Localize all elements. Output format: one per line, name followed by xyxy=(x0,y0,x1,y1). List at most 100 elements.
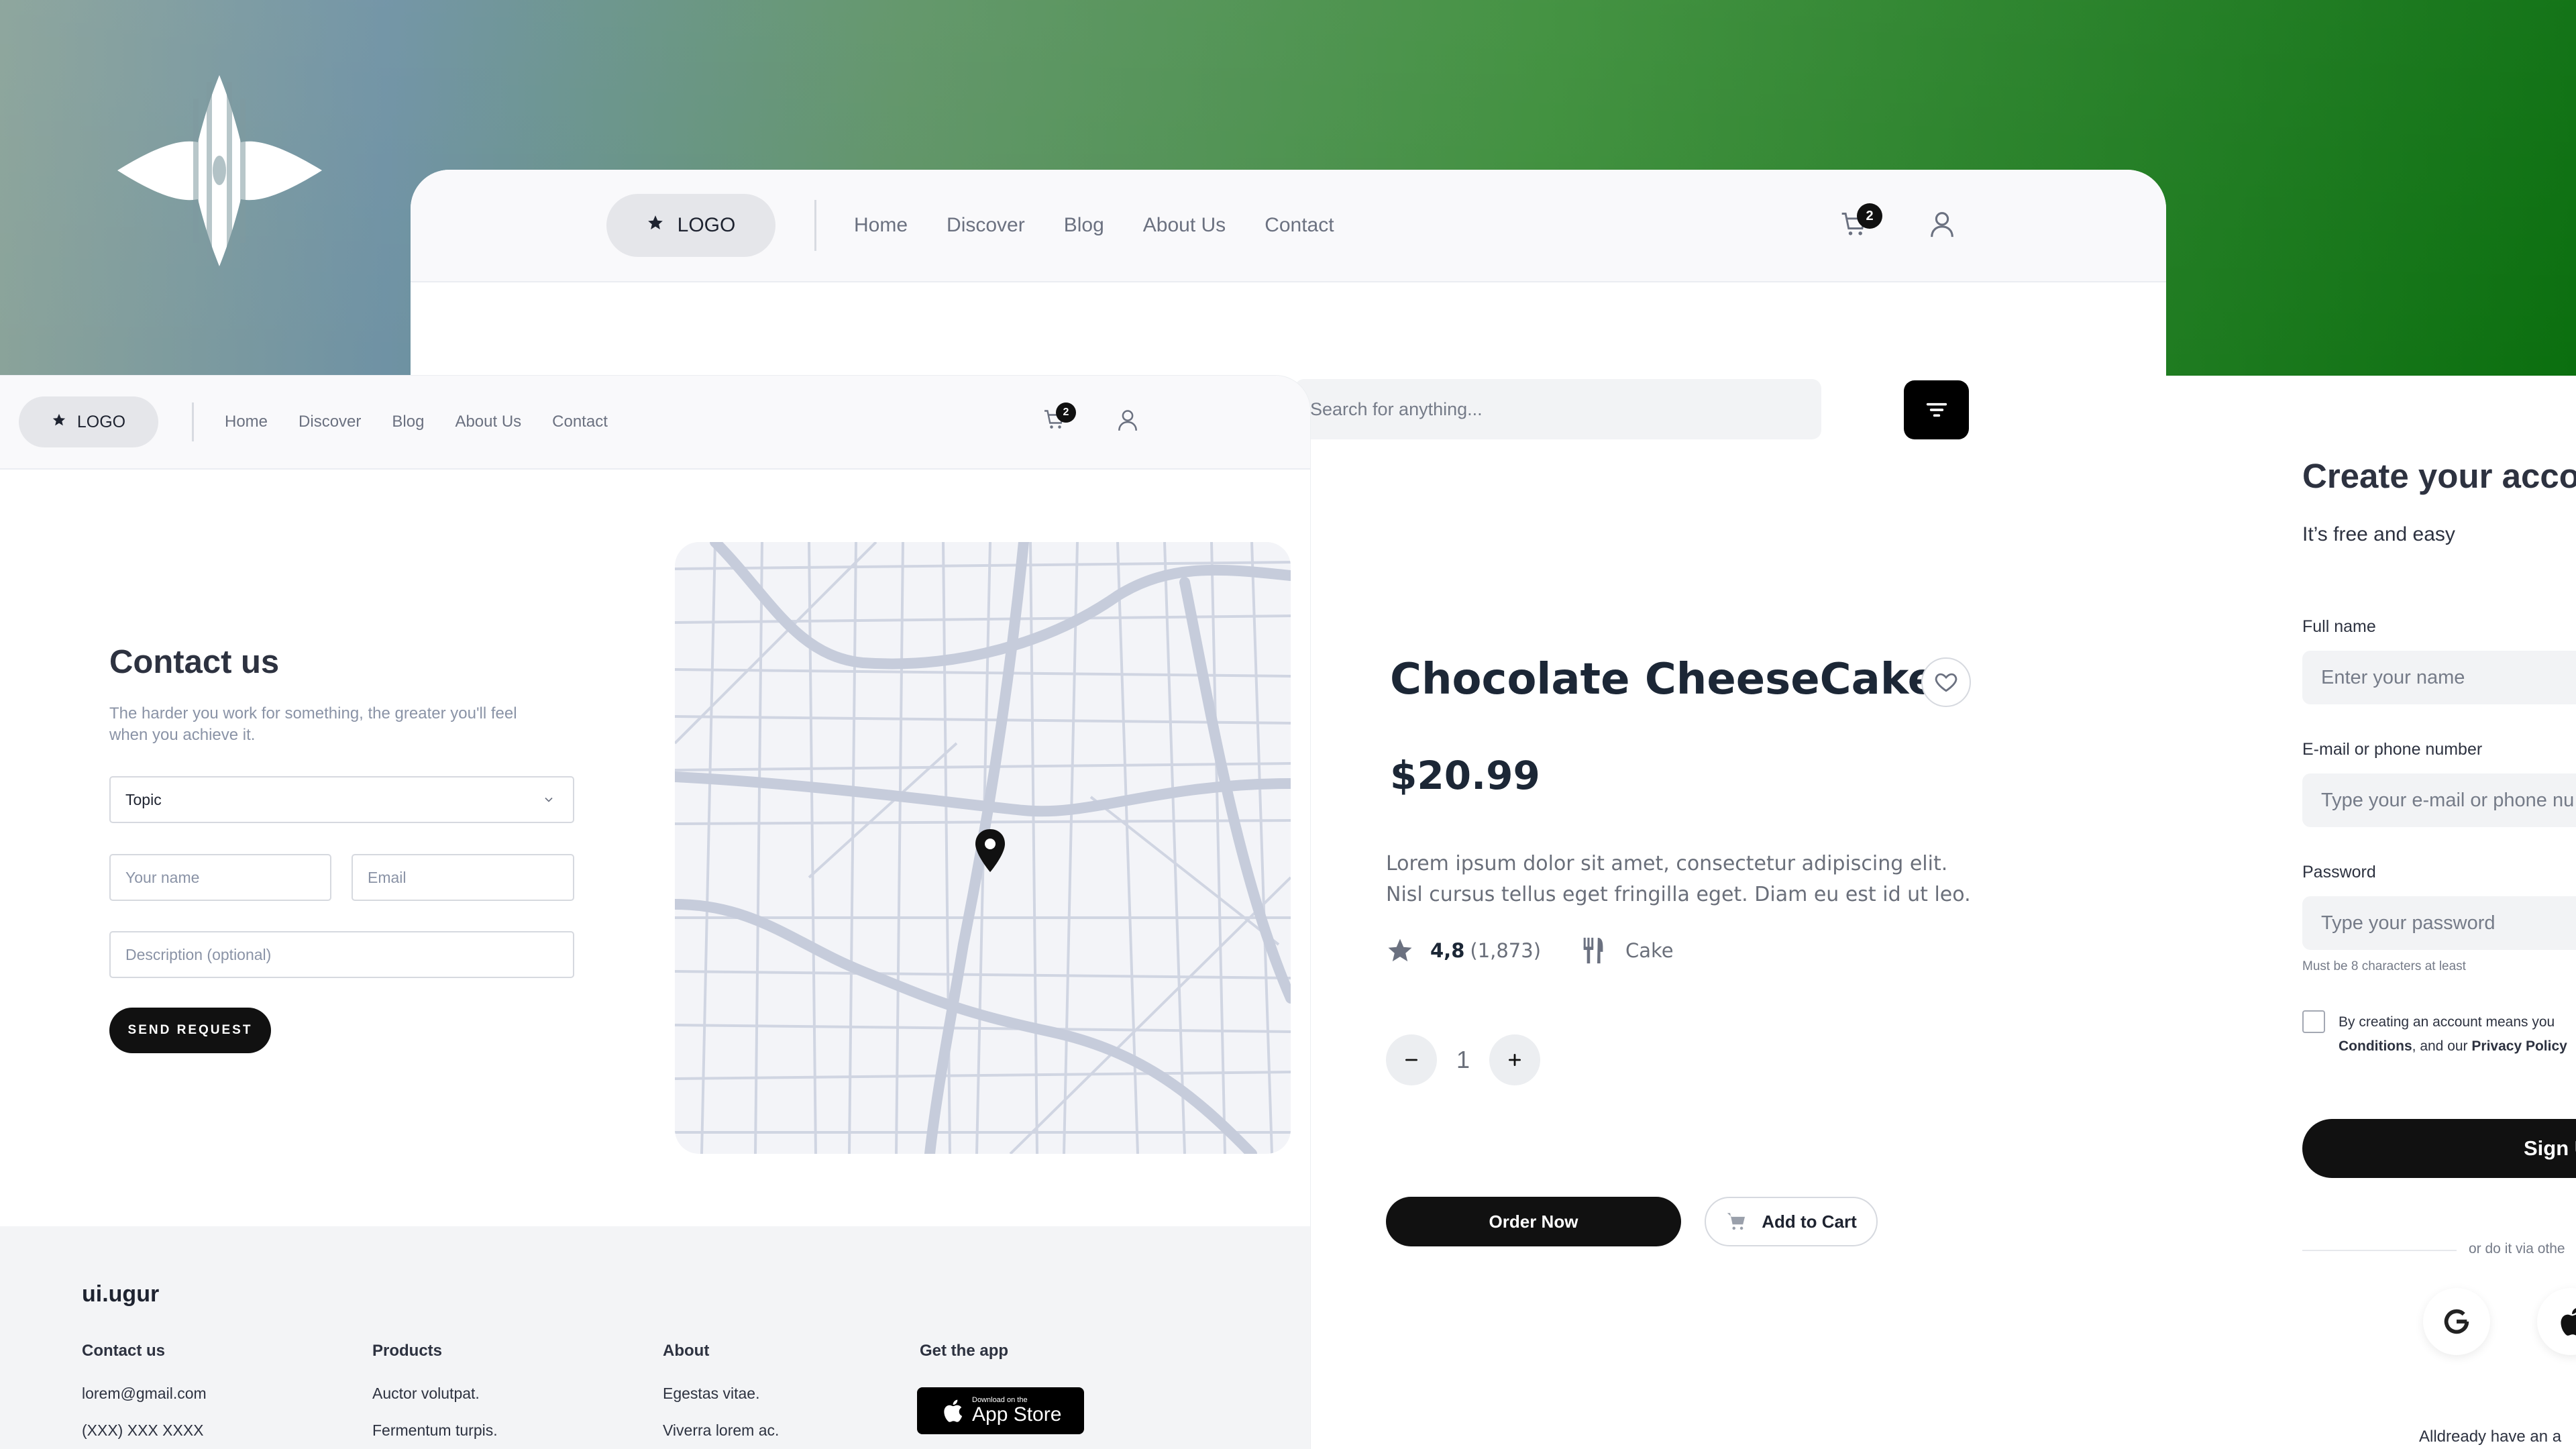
email-field[interactable]: Email xyxy=(352,854,574,901)
or-divider xyxy=(2302,1250,2457,1251)
rating-count: (1,873) xyxy=(1470,939,1542,962)
apple-icon xyxy=(944,1399,963,1422)
cart-icon xyxy=(1727,1213,1746,1230)
nav-link-home[interactable]: Home xyxy=(225,413,268,431)
footer-col-contact: Contact us lorem@gmail.com (XXX) XXX XXX… xyxy=(82,1342,207,1449)
site-footer: ui.ugur Contact us lorem@gmail.com (XXX)… xyxy=(0,1226,1310,1449)
name-field[interactable]: Your name xyxy=(109,854,331,901)
terms-line-2: Conditions, and our Privacy Policy xyxy=(2339,1034,2567,1059)
user-icon xyxy=(1931,212,1953,237)
email-label: E-mail or phone number xyxy=(2302,740,2483,759)
terms-mid: , and our xyxy=(2412,1038,2472,1054)
google-icon xyxy=(2444,1309,2469,1334)
google-login-button[interactable] xyxy=(2423,1288,2490,1355)
brand-mark-icon xyxy=(117,75,322,266)
sign-up-button[interactable]: Sign U xyxy=(2302,1119,2576,1178)
topic-value: Topic xyxy=(125,790,162,808)
contact-subtitle: The harder you work for something, the g… xyxy=(109,704,517,744)
heart-icon xyxy=(1935,673,1957,692)
decrease-button[interactable] xyxy=(1386,1034,1437,1085)
footer-link[interactable]: (XXX) XXX XXXX xyxy=(82,1421,207,1440)
nav-links: Home Discover Blog About Us Contact xyxy=(225,413,608,431)
increase-button[interactable] xyxy=(1489,1034,1540,1085)
description-field[interactable]: Description (optional) xyxy=(109,931,574,978)
password-input[interactable]: Type your password xyxy=(2302,896,2576,950)
fullname-placeholder: Enter your name xyxy=(2321,666,2465,688)
privacy-policy-link[interactable]: Privacy Policy xyxy=(2471,1038,2567,1054)
fullname-input[interactable]: Enter your name xyxy=(2302,651,2576,704)
footer-link[interactable]: Egestas vitae. xyxy=(663,1385,779,1403)
fullname-label: Full name xyxy=(2302,617,2376,636)
map-pin-icon xyxy=(975,829,1005,872)
rating-value: 4,8 xyxy=(1430,939,1465,962)
nav-link-discover[interactable]: Discover xyxy=(299,413,361,431)
footer-heading: Products xyxy=(372,1342,443,1360)
nav-link-blog[interactable]: Blog xyxy=(1064,214,1104,237)
filter-icon xyxy=(1926,402,1947,417)
product-category: Cake xyxy=(1625,939,1674,962)
cart-count-badge: 2 xyxy=(1056,402,1076,423)
logo-label: LOGO xyxy=(76,412,126,431)
send-request-label: SEND REQUEST xyxy=(127,1023,253,1037)
user-button[interactable] xyxy=(1115,407,1140,436)
footer-col-products: Products Auctor volutpat. Fermentum turp… xyxy=(372,1342,498,1449)
nav-link-about[interactable]: About Us xyxy=(1143,214,1226,237)
cart-button[interactable]: 2 xyxy=(1042,402,1076,435)
add-to-cart-label: Add to Cart xyxy=(1762,1211,1857,1232)
terms-checkbox[interactable] xyxy=(2302,1010,2325,1033)
footer-link[interactable]: lorem@gmail.com xyxy=(82,1385,207,1403)
filter-button[interactable] xyxy=(1904,380,1969,439)
terms-text: By creating an account means you Conditi… xyxy=(2339,1010,2567,1059)
nav-link-blog[interactable]: Blog xyxy=(392,413,424,431)
search-input[interactable]: Search for anything... xyxy=(1295,379,1821,439)
contact-window: LOGO Home Discover Blog About Us Contact… xyxy=(0,376,1310,1449)
footer-col-about: About Egestas vitae. Viverra lorem ac. xyxy=(663,1342,779,1449)
nav-divider xyxy=(192,402,194,441)
quantity-value: 1 xyxy=(1456,1046,1470,1073)
password-placeholder: Type your password xyxy=(2321,912,2496,934)
star-icon xyxy=(52,413,66,432)
footer-heading: About xyxy=(663,1342,710,1360)
add-to-cart-button[interactable]: Add to Cart xyxy=(1705,1197,1878,1246)
nav-link-about[interactable]: About Us xyxy=(455,413,521,431)
email-placeholder: Email xyxy=(368,868,407,886)
product-meta: 4,8 (1,873) Cake xyxy=(1386,935,1674,966)
footer-heading: Get the app xyxy=(920,1342,1009,1360)
signup-subtitle: It’s free and easy xyxy=(2302,523,2455,545)
nav-link-contact[interactable]: Contact xyxy=(1265,214,1334,237)
topic-select[interactable]: Topic xyxy=(109,776,574,823)
email-placeholder: Type your e-mail or phone nu xyxy=(2321,789,2575,811)
location-map[interactable] xyxy=(675,542,1291,1154)
order-now-label: Order Now xyxy=(1489,1211,1578,1232)
nav-link-discover[interactable]: Discover xyxy=(947,214,1025,237)
app-store-text: Download on the App Store xyxy=(972,1396,1061,1426)
nav-divider xyxy=(814,200,816,251)
or-text: or do it via othe xyxy=(2469,1241,2565,1256)
product-title: Chocolate CheeseCake xyxy=(1390,655,1937,704)
email-input[interactable]: Type your e-mail or phone nu xyxy=(2302,773,2576,827)
password-hint: Must be 8 characters at least xyxy=(2302,959,2466,973)
logo-button[interactable]: LOGO xyxy=(606,194,775,257)
footer-link[interactable]: Auctor volutpat. xyxy=(372,1385,498,1403)
send-request-button[interactable]: SEND REQUEST xyxy=(109,1008,271,1053)
footer-link[interactable]: Fermentum turpis. xyxy=(372,1421,498,1440)
footer-col-app: Get the app xyxy=(920,1342,1008,1385)
terms-conditions-link[interactable]: Conditions xyxy=(2339,1038,2412,1054)
nav-link-home[interactable]: Home xyxy=(854,214,908,237)
favorite-button[interactable] xyxy=(1921,657,1971,707)
cart-button[interactable]: 2 xyxy=(1839,203,1882,243)
terms-line: By creating an account means you xyxy=(2339,1014,2555,1030)
footer-link[interactable]: Viverra lorem ac. xyxy=(663,1421,779,1440)
apple-login-button[interactable] xyxy=(2537,1288,2576,1355)
app-store-button[interactable]: Download on the App Store xyxy=(917,1387,1084,1434)
order-now-button[interactable]: Order Now xyxy=(1386,1197,1681,1246)
nav-link-contact[interactable]: Contact xyxy=(552,413,608,431)
logo-button[interactable]: LOGO xyxy=(19,396,158,447)
signup-panel: Create your acco It’s free and easy Full… xyxy=(2301,456,2576,1449)
nav-links: Home Discover Blog About Us Contact xyxy=(854,214,1334,237)
apple-icon xyxy=(2561,1307,2576,1336)
top-nav: LOGO Home Discover Blog About Us Contact… xyxy=(411,170,2166,282)
user-button[interactable] xyxy=(1927,209,1957,243)
footer-heading: Contact us xyxy=(82,1342,166,1360)
minus-icon xyxy=(1405,1059,1417,1061)
